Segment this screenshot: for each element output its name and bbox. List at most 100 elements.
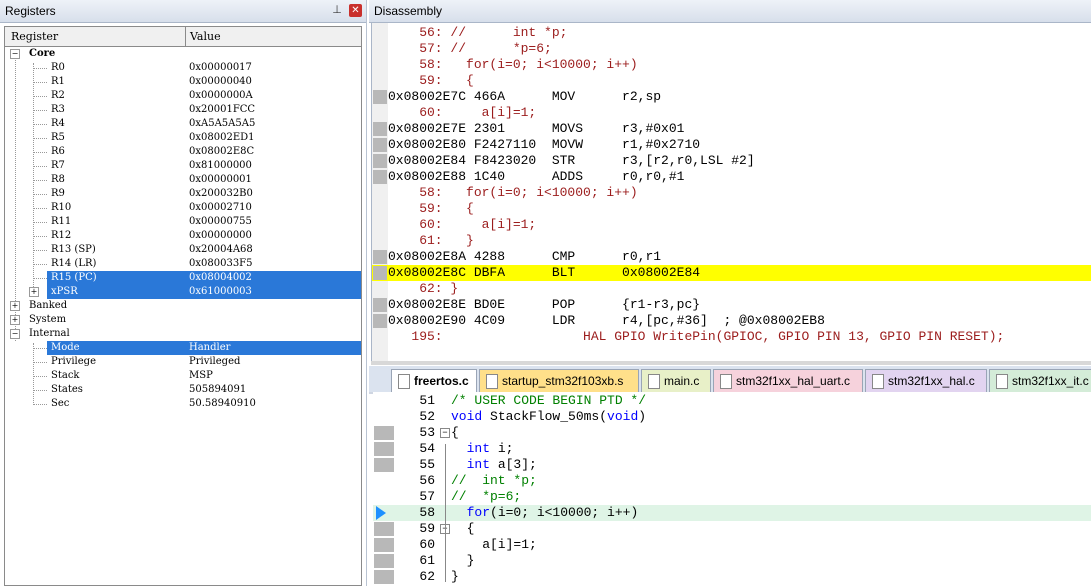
disassembly-source-line[interactable]: 59: {: [372, 73, 1091, 89]
disassembly-source-line[interactable]: 195: HAL GPIO WritePin(GPIOC, GPIO PIN 1…: [372, 329, 1091, 345]
internal-row[interactable]: States 505894091: [5, 383, 361, 397]
code-coverage-mark[interactable]: [373, 170, 387, 184]
editor-line[interactable]: 57 // *p=6;: [373, 489, 1091, 505]
code-coverage-mark[interactable]: [373, 122, 387, 136]
register-value[interactable]: 0x20004A68: [189, 244, 253, 255]
register-value[interactable]: 0x08002ED1: [189, 132, 255, 143]
group-system[interactable]: + System: [5, 313, 361, 327]
register-value[interactable]: 0x200032B0: [189, 188, 253, 199]
register-row[interactable]: R0 0x00000017: [5, 61, 361, 75]
register-value[interactable]: 0x20001FCC: [189, 104, 255, 115]
disassembly-source-line[interactable]: 58: for(i=0; i<10000; i++): [372, 57, 1091, 73]
code-coverage-mark[interactable]: [374, 458, 394, 472]
tab-hal[interactable]: stm32f1xx_hal.c: [865, 369, 987, 392]
internal-row[interactable]: Privilege Privileged: [5, 355, 361, 369]
tab-it[interactable]: stm32f1xx_it.c: [989, 369, 1091, 392]
editor-line[interactable]: 51 /* USER CODE BEGIN PTD */: [373, 393, 1091, 409]
register-value[interactable]: 0x080033F5: [189, 258, 252, 269]
disassembly-instruction[interactable]: 0x08002E88 1C40 ADDS r0,r0,#1: [372, 169, 1091, 185]
register-value[interactable]: 0x00000001: [189, 174, 252, 185]
expand-icon[interactable]: +: [10, 301, 20, 311]
close-icon[interactable]: ✕: [349, 4, 362, 17]
code-coverage-mark[interactable]: [374, 522, 394, 536]
register-value[interactable]: 0x00000755: [189, 216, 252, 227]
editor-line[interactable]: 54 int i;: [373, 441, 1091, 457]
register-value[interactable]: 0x0000000A: [189, 90, 253, 101]
disassembly-source-line[interactable]: 62: }: [372, 281, 1091, 297]
register-row[interactable]: R6 0x08002E8C: [5, 145, 361, 159]
editor-line[interactable]: 60 a[i]=1;: [373, 537, 1091, 553]
tab-startup[interactable]: startup_stm32f103xb.s: [479, 369, 639, 392]
expand-icon[interactable]: +: [29, 287, 39, 297]
column-divider[interactable]: [185, 27, 186, 46]
disassembly-source-line[interactable]: 56: // int *p;: [372, 25, 1091, 41]
editor-line[interactable]: 55 int a[3];: [373, 457, 1091, 473]
register-row[interactable]: R9 0x200032B0: [5, 187, 361, 201]
editor-line[interactable]: 52 void StackFlow_50ms(void): [373, 409, 1091, 425]
group-internal[interactable]: − Internal: [5, 327, 361, 341]
disassembly-instruction[interactable]: 0x08002E7C 466A MOV r2,sp: [372, 89, 1091, 105]
register-value[interactable]: 0x81000000: [189, 160, 252, 171]
register-row[interactable]: R2 0x0000000A: [5, 89, 361, 103]
code-coverage-mark[interactable]: [374, 554, 394, 568]
register-value[interactable]: 0x61000003: [189, 286, 252, 297]
code-coverage-mark[interactable]: [373, 90, 387, 104]
column-value[interactable]: Value: [190, 30, 221, 43]
register-row-selected[interactable]: R15 (PC) 0x08004002: [5, 271, 361, 285]
tab-freertos[interactable]: freertos.c: [391, 369, 477, 392]
register-value[interactable]: 0x00000017: [189, 62, 252, 73]
editor-current-line[interactable]: 58 for(i=0; i<10000; i++): [373, 505, 1091, 521]
code-coverage-mark[interactable]: [374, 538, 394, 552]
group-banked[interactable]: + Banked: [5, 299, 361, 313]
disassembly-source-line[interactable]: 59: {: [372, 201, 1091, 217]
code-coverage-mark[interactable]: [373, 138, 387, 152]
editor-line[interactable]: 53−{: [373, 425, 1091, 441]
editor-line[interactable]: 59− {: [373, 521, 1091, 537]
code-coverage-mark[interactable]: [373, 250, 387, 264]
register-row[interactable]: R5 0x08002ED1: [5, 131, 361, 145]
collapse-icon[interactable]: −: [10, 329, 20, 339]
disassembly-view[interactable]: 56: // int *p; 57: // *p=6; 58: for(i=0;…: [371, 23, 1091, 363]
fold-icon[interactable]: −: [440, 428, 450, 438]
register-value[interactable]: 0x00000000: [189, 230, 252, 241]
expand-icon[interactable]: +: [10, 315, 20, 325]
disassembly-current-instruction[interactable]: 0x08002E8C DBFA BLT 0x08002E84: [372, 265, 1091, 281]
register-row[interactable]: R1 0x00000040: [5, 75, 361, 89]
code-coverage-mark[interactable]: [374, 426, 394, 440]
register-row[interactable]: R4 0xA5A5A5A5: [5, 117, 361, 131]
code-coverage-mark[interactable]: [374, 442, 394, 456]
pin-icon[interactable]: ⊥: [331, 4, 343, 16]
register-row[interactable]: R13 (SP) 0x20004A68: [5, 243, 361, 257]
register-row[interactable]: R8 0x00000001: [5, 173, 361, 187]
tab-main[interactable]: main.c: [641, 369, 711, 392]
disassembly-instruction[interactable]: 0x08002E80 F2427110 MOVW r1,#0x2710: [372, 137, 1091, 153]
code-coverage-mark[interactable]: [373, 314, 387, 328]
disassembly-source-line[interactable]: 58: for(i=0; i<10000; i++): [372, 185, 1091, 201]
register-row[interactable]: R11 0x00000755: [5, 215, 361, 229]
internal-row[interactable]: Stack MSP: [5, 369, 361, 383]
disassembly-instruction[interactable]: 0x08002E7E 2301 MOVS r3,#0x01: [372, 121, 1091, 137]
register-value[interactable]: 0xA5A5A5A5: [189, 118, 255, 129]
register-row[interactable]: R3 0x20001FCC: [5, 103, 361, 117]
column-register[interactable]: Register: [11, 30, 58, 43]
register-row[interactable]: R10 0x00002710: [5, 201, 361, 215]
register-value[interactable]: 0x08002E8C: [189, 146, 254, 157]
editor-line[interactable]: 62}: [373, 569, 1091, 585]
register-value[interactable]: 0x08004002: [189, 272, 252, 283]
register-row[interactable]: R7 0x81000000: [5, 159, 361, 173]
tab-hal-uart[interactable]: stm32f1xx_hal_uart.c: [713, 369, 863, 392]
register-row[interactable]: R14 (LR) 0x080033F5: [5, 257, 361, 271]
code-coverage-mark[interactable]: [373, 154, 387, 168]
disassembly-scrollbar[interactable]: [371, 361, 1091, 365]
code-coverage-mark[interactable]: [373, 266, 387, 280]
register-value[interactable]: 0x00000040: [189, 76, 252, 87]
disassembly-instruction[interactable]: 0x08002E84 F8423020 STR r3,[r2,r0,LSL #2…: [372, 153, 1091, 169]
disassembly-instruction[interactable]: 0x08002E90 4C09 LDR r4,[pc,#36] ; @0x080…: [372, 313, 1091, 329]
disassembly-instruction[interactable]: 0x08002E8E BD0E POP {r1-r3,pc}: [372, 297, 1091, 313]
source-editor[interactable]: 51 /* USER CODE BEGIN PTD */ 52 void StackF…: [373, 392, 1091, 586]
register-row-selected[interactable]: + xPSR 0x61000003: [5, 285, 361, 299]
disassembly-source-line[interactable]: 60: a[i]=1;: [372, 217, 1091, 233]
disassembly-instruction[interactable]: 0x08002E8A 4288 CMP r0,r1: [372, 249, 1091, 265]
register-value[interactable]: 0x00002710: [189, 202, 252, 213]
register-row[interactable]: R12 0x00000000: [5, 229, 361, 243]
